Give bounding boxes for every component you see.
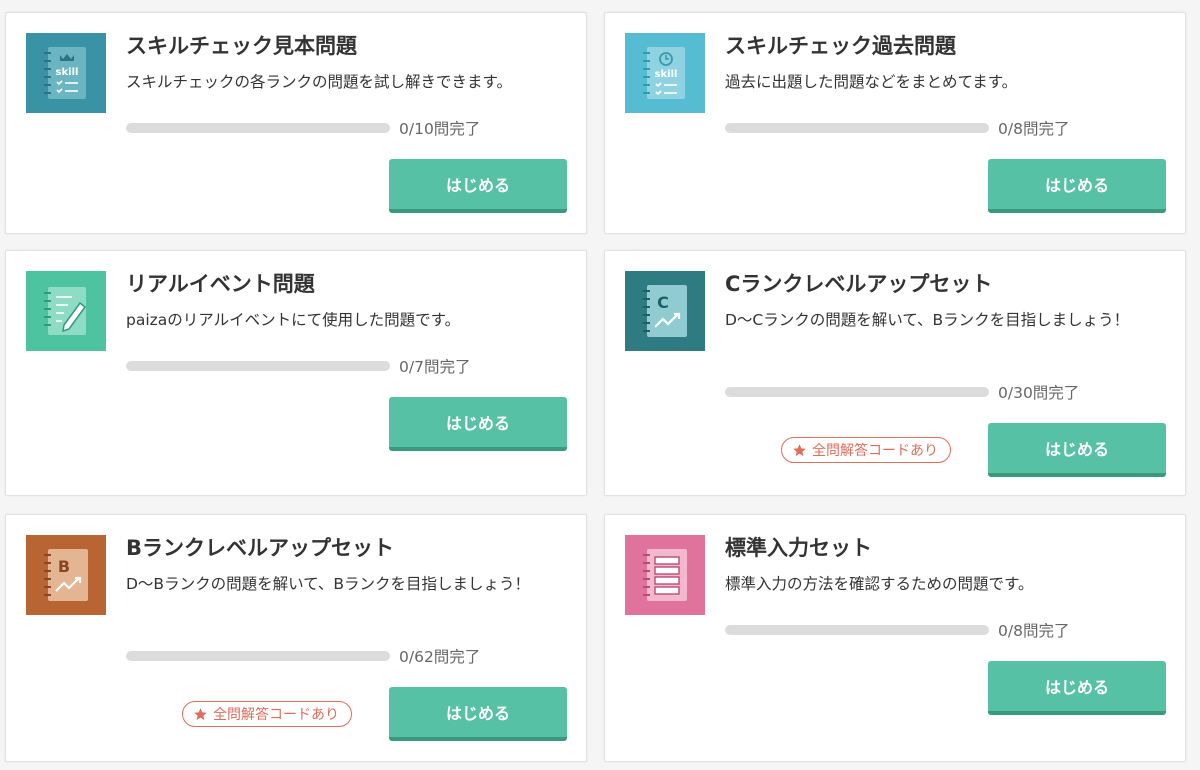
card-title: Cランクレベルアップセット: [725, 272, 993, 296]
course-card-b-rank: B Bランクレベルアップセット D〜Bランクの問題を解いて、Bランクを目指しまし…: [5, 514, 587, 762]
c-rank-chart-icon: C: [625, 271, 705, 351]
start-button[interactable]: はじめる: [988, 159, 1166, 213]
progress-text: 0/10問完了: [399, 120, 481, 138]
start-button[interactable]: はじめる: [988, 423, 1166, 477]
progress-bar: [725, 123, 989, 133]
icon-label: skill: [56, 67, 79, 78]
start-button[interactable]: はじめる: [389, 397, 567, 451]
progress-text: 0/62問完了: [399, 648, 481, 666]
all-answers-badge: 全問解答コードあり: [781, 437, 951, 463]
progress-bar: [126, 361, 390, 371]
skill-notebook-icon: skill: [26, 33, 106, 113]
course-card-skillcheck-sample: skill スキルチェック見本問題 スキルチェックの各ランクの問題を試し解きでき…: [5, 12, 587, 234]
card-title: スキルチェック過去問題: [725, 34, 956, 58]
badge-label: 全問解答コードあり: [213, 707, 339, 723]
course-card-standard-input: 標準入力セット 標準入力の方法を確認するための問題です。 0/8問完了 はじめる: [604, 514, 1186, 762]
skill-history-notebook-icon: skill: [625, 33, 705, 113]
card-description: D〜Bランクの問題を解いて、Bランクを目指しましょう！: [126, 575, 530, 593]
start-button[interactable]: はじめる: [389, 159, 567, 213]
progress-bar: [725, 625, 989, 635]
course-card-c-rank: C Cランクレベルアップセット D〜Cランクの問題を解いて、Bランクを目指しまし…: [604, 250, 1186, 496]
icon-label: B: [58, 557, 70, 576]
list-notebook-icon: [625, 535, 705, 615]
progress-text: 0/8問完了: [998, 622, 1070, 640]
card-title: 標準入力セット: [725, 536, 872, 560]
card-description: 標準入力の方法を確認するための問題です。: [725, 575, 1034, 593]
icon-label: skill: [655, 69, 678, 80]
start-button[interactable]: はじめる: [389, 687, 567, 741]
star-icon: [194, 707, 207, 720]
pencil-notebook-icon: [26, 271, 106, 351]
card-description: 過去に出題した問題などをまとめてます。: [725, 73, 1018, 91]
card-description: スキルチェックの各ランクの問題を試し解きできます。: [126, 73, 512, 91]
course-card-real-event: リアルイベント問題 paizaのリアルイベントにて使用した問題です。 0/7問完…: [5, 250, 587, 496]
card-title: スキルチェック見本問題: [126, 34, 357, 58]
card-description: paizaのリアルイベントにて使用した問題です。: [126, 311, 461, 329]
start-button[interactable]: はじめる: [988, 661, 1166, 715]
card-description: D〜Cランクの問題を解いて、Bランクを目指しましょう！: [725, 311, 1130, 329]
card-title: Bランクレベルアップセット: [126, 536, 395, 560]
all-answers-badge: 全問解答コードあり: [182, 701, 352, 727]
course-card-skillcheck-past: skill スキルチェック過去問題 過去に出題した問題などをまとめてます。 0/…: [604, 12, 1186, 234]
b-rank-chart-icon: B: [26, 535, 106, 615]
progress-bar: [126, 651, 390, 661]
progress-text: 0/8問完了: [998, 120, 1070, 138]
star-icon: [793, 443, 806, 456]
progress-bar: [725, 387, 989, 397]
badge-label: 全問解答コードあり: [812, 443, 938, 459]
progress-text: 0/7問完了: [399, 358, 471, 376]
card-title: リアルイベント問題: [126, 272, 315, 296]
progress-text: 0/30問完了: [998, 384, 1080, 402]
icon-label: C: [657, 293, 669, 312]
progress-bar: [126, 123, 390, 133]
